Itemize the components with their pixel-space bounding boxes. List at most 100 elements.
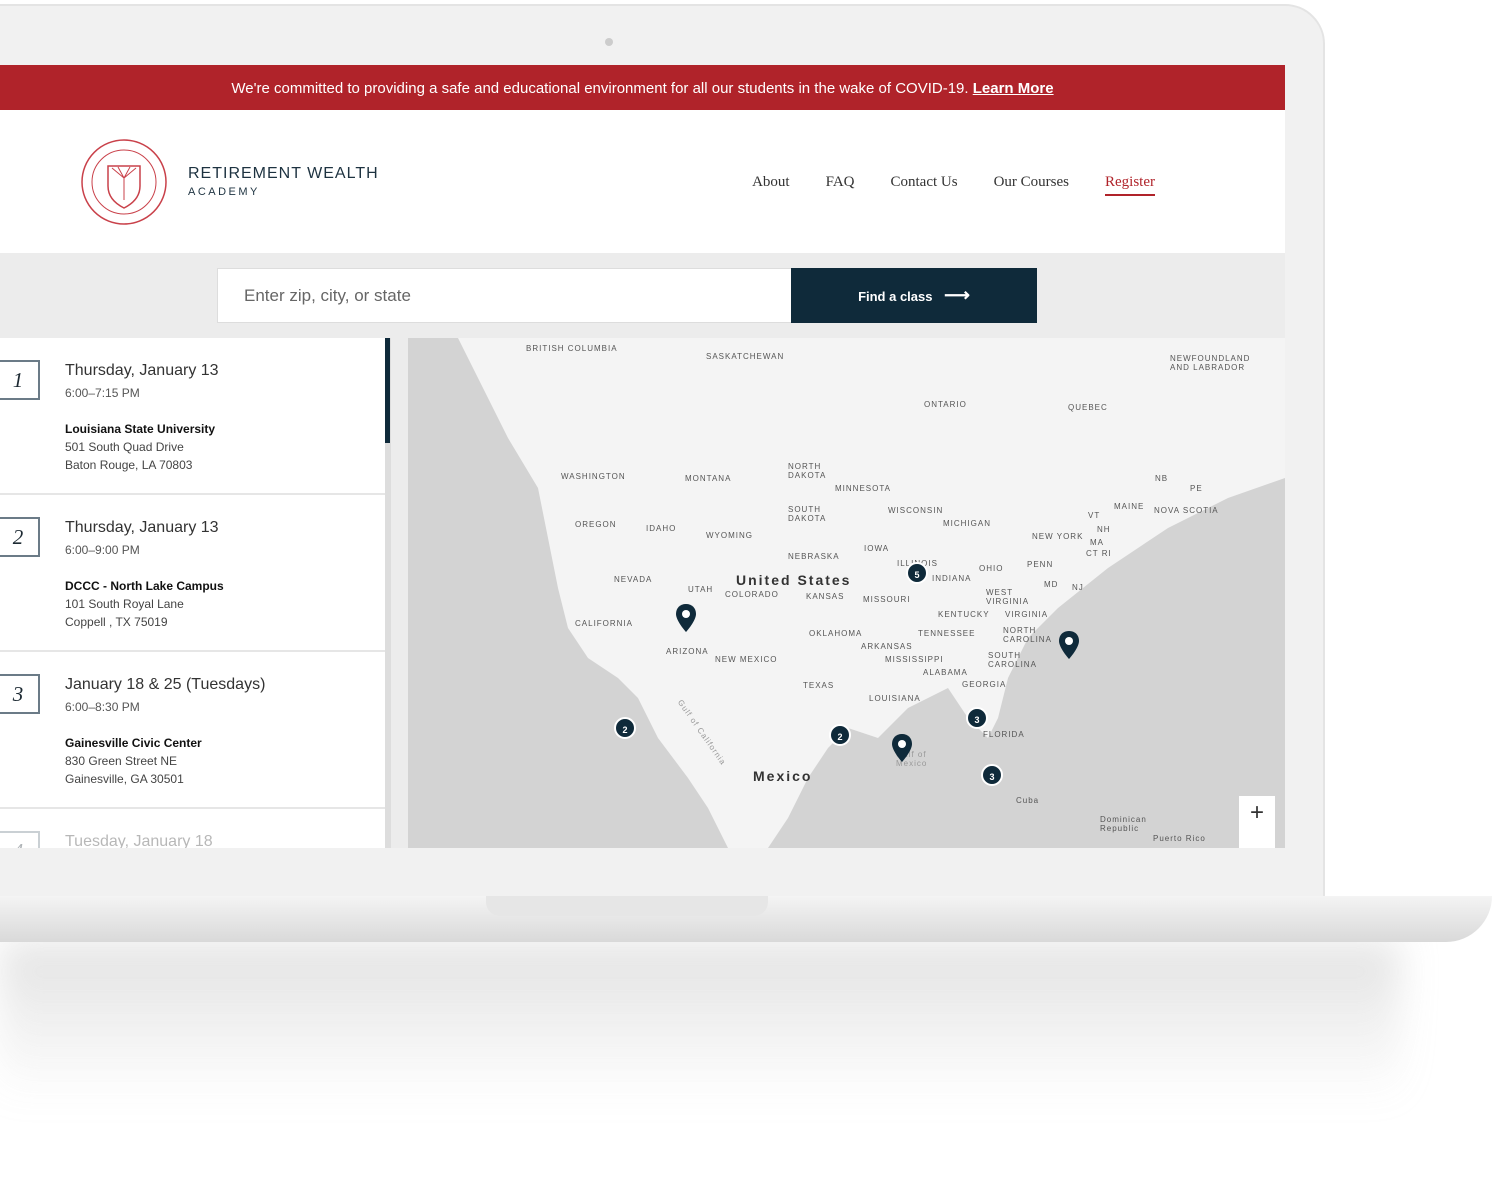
map-label: Iowa xyxy=(864,544,890,553)
cluster-marker[interactable]: 3 xyxy=(981,764,1003,786)
country-label-mexico: Mexico xyxy=(753,768,813,784)
map-label: Nova Scotia xyxy=(1154,506,1219,515)
map-label: Kentucky xyxy=(938,610,990,619)
cluster-marker[interactable]: 3 xyxy=(966,707,988,729)
nav-about[interactable]: About xyxy=(752,174,790,196)
class-date: Thursday, January 13 xyxy=(65,362,219,379)
map-pin-icon[interactable] xyxy=(676,604,696,632)
map-label: New Mexico xyxy=(715,655,778,664)
class-item[interactable]: 3 January 18 & 25 (Tuesdays) 6:00–8:30 PM G… xyxy=(0,652,386,809)
map-label: Oregon xyxy=(575,520,617,529)
covid-banner: We're committed to providing a safe and … xyxy=(0,65,1285,110)
nav-contact[interactable]: Contact Us xyxy=(891,174,958,196)
map-label: NH xyxy=(1097,525,1111,534)
map-label: NB xyxy=(1155,474,1169,483)
class-number: 3 xyxy=(0,674,40,714)
class-number: 4 xyxy=(0,831,40,848)
map-label: Washington xyxy=(561,472,626,481)
main-nav: About FAQ Contact Us Our Courses Registe… xyxy=(752,174,1155,196)
map-land xyxy=(458,338,1285,848)
class-venue: DCCC - North Lake Campus xyxy=(65,579,224,593)
class-city: Baton Rouge, LA 70803 xyxy=(65,458,193,472)
map-label: Missouri xyxy=(863,595,911,604)
map-label: Quebec xyxy=(1068,403,1108,412)
class-number: 2 xyxy=(0,517,40,557)
map-label: Saskatchewan xyxy=(706,352,785,361)
map-pin-icon[interactable] xyxy=(892,734,912,762)
map-label: Arkansas xyxy=(861,642,913,651)
map-label: Newfoundland and Labrador xyxy=(1170,354,1251,372)
list-scrollbar[interactable] xyxy=(385,338,391,848)
map-label: Penn xyxy=(1027,560,1054,569)
class-list: 1 Thursday, January 13 6:00–7:15 PM Louisia… xyxy=(0,338,386,848)
map-label: Oklahoma xyxy=(809,629,863,638)
class-city: Gainesville, GA 30501 xyxy=(65,772,184,786)
map-label: MD xyxy=(1044,580,1059,589)
map-label: Maine xyxy=(1114,502,1145,511)
map-label: VT xyxy=(1088,511,1101,520)
map-label: Louisiana xyxy=(869,694,921,703)
nav-register[interactable]: Register xyxy=(1105,174,1155,196)
map-label: Nevada xyxy=(614,575,653,584)
map-label: MA xyxy=(1090,538,1104,547)
cluster-marker[interactable]: 2 xyxy=(829,724,851,746)
map-label: South Dakota xyxy=(788,505,827,523)
map-label: Ohio xyxy=(979,564,1004,573)
map-label: Tennessee xyxy=(918,629,976,638)
scrollbar-thumb[interactable] xyxy=(385,338,390,443)
arrow-right-icon: ⟶ xyxy=(944,285,970,305)
academy-seal-logo[interactable] xyxy=(80,138,168,226)
brand-subtitle: ACADEMY xyxy=(188,186,260,198)
map-label: Mississippi xyxy=(885,655,944,664)
map-label: Indiana xyxy=(932,574,972,583)
map-label: PE xyxy=(1190,484,1203,493)
map-label: South Carolina xyxy=(988,651,1037,669)
map-label: Idaho xyxy=(646,524,677,533)
map-label: Nebraska xyxy=(788,552,840,561)
zoom-in-button[interactable]: + xyxy=(1239,796,1275,848)
map-label: West Virginia xyxy=(986,588,1030,606)
map-label: Virginia xyxy=(1005,610,1049,619)
map-label: Georgia xyxy=(962,680,1007,689)
map-label: Florida xyxy=(983,730,1025,739)
laptop-shadow xyxy=(0,942,1400,1102)
cluster-marker[interactable]: 5 xyxy=(906,562,928,584)
location-search-input[interactable]: Enter zip, city, or state xyxy=(217,268,792,323)
map-label: North Carolina xyxy=(1003,626,1052,644)
class-item[interactable]: 1 Thursday, January 13 6:00–7:15 PM Louisia… xyxy=(0,338,386,495)
map-label: Wisconsin xyxy=(888,506,944,515)
nav-courses[interactable]: Our Courses xyxy=(994,174,1069,196)
map-label: California xyxy=(575,619,634,628)
class-map[interactable]: British Columbia Saskatchewan Newfoundla… xyxy=(408,338,1285,848)
class-date: Thursday, January 13 xyxy=(65,519,219,536)
class-address: 830 Green Street NE xyxy=(65,754,178,768)
map-label: Arizona xyxy=(666,647,709,656)
cluster-marker[interactable]: 2 xyxy=(614,717,636,739)
class-venue: Louisiana State University xyxy=(65,422,216,436)
class-date: Tuesday, January 18 xyxy=(65,833,213,848)
country-label-us: United States xyxy=(736,572,852,588)
class-item[interactable]: 2 Thursday, January 13 6:00–9:00 PM DCCC - … xyxy=(0,495,386,652)
site-header: RETIREMENT WEALTH ACADEMY About FAQ Cont… xyxy=(0,110,1285,253)
nav-faq[interactable]: FAQ xyxy=(826,174,855,196)
find-class-button[interactable]: Find a class ⟶ xyxy=(791,268,1037,323)
laptop-notch xyxy=(486,896,768,916)
map-label: Montana xyxy=(685,474,732,483)
class-number: 1 xyxy=(0,360,40,400)
map-label: Utah xyxy=(688,585,714,594)
map-label: New York xyxy=(1032,532,1084,541)
class-address: 501 South Quad Drive xyxy=(65,440,184,454)
class-item[interactable]: 4 Tuesday, January 18 xyxy=(0,809,386,848)
class-time: 6:00–9:00 PM xyxy=(65,543,140,557)
map-label: Alabama xyxy=(923,668,968,677)
map-label: Cuba xyxy=(1016,796,1040,805)
map-label: Dominican Republic xyxy=(1100,815,1147,833)
map-label: Minnesota xyxy=(835,484,891,493)
map-label: CT RI xyxy=(1086,549,1112,558)
class-address: 101 South Royal Lane xyxy=(65,597,184,611)
map-label: Puerto Rico xyxy=(1153,834,1206,843)
map-label: Colorado xyxy=(725,590,779,599)
map-pin-icon[interactable] xyxy=(1059,631,1079,659)
map-label: Wyoming xyxy=(706,531,753,540)
learn-more-link[interactable]: Learn More xyxy=(973,80,1054,97)
